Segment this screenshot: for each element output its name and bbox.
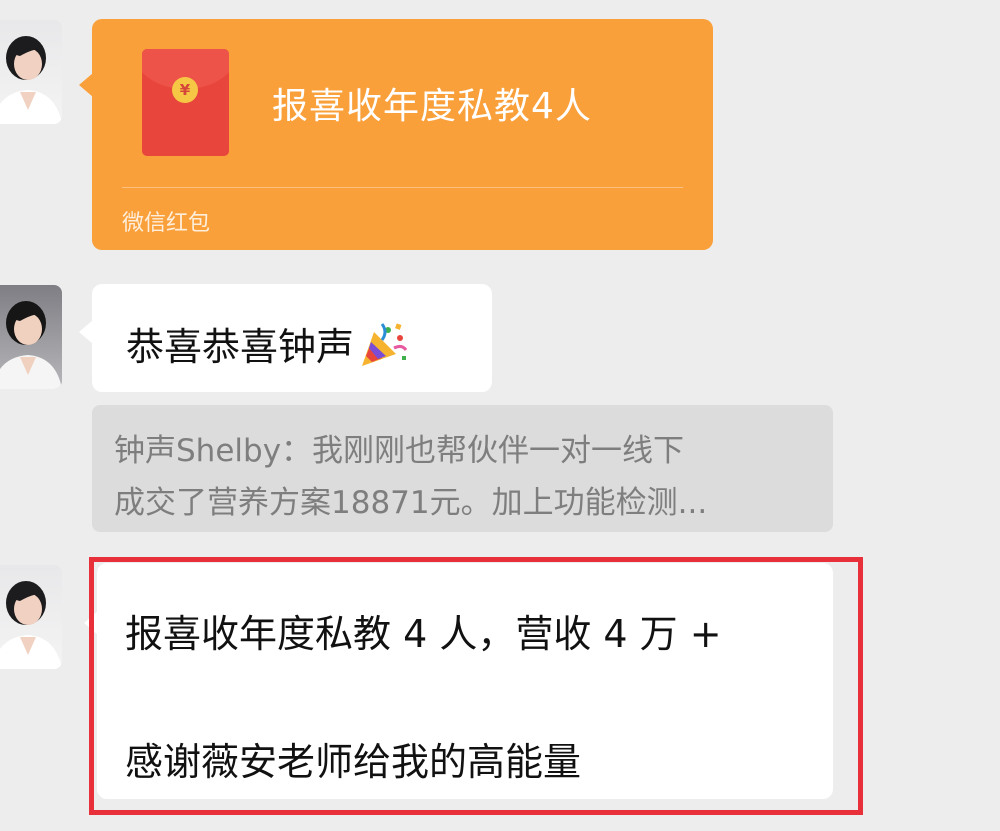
message-text: 报喜收年度私教 4 人，营收 4 万 + <box>125 612 722 656</box>
bubble-tail <box>84 611 98 635</box>
yuan-coin-icon: ¥ <box>172 77 198 103</box>
quote-line: 钟声Shelby：我刚刚也帮伙伴一对一线下 <box>114 433 685 469</box>
message-text: 感谢薇安老师给我的高能量 <box>125 740 582 784</box>
red-packet-label: 微信红包 <box>122 211 211 236</box>
chat-area: ¥ 报喜收年度私教4人 微信红包 恭喜恭喜钟声 钟声Shelby：我刚刚也帮伙伴… <box>0 0 1000 831</box>
sender-avatar[interactable] <box>0 285 62 389</box>
red-packet-title: 报喜收年度私教4人 <box>272 86 592 127</box>
party-popper-icon <box>358 320 408 379</box>
text-message[interactable]: 报喜收年度私教 4 人，营收 4 万 + 感谢薇安老师给我的高能量 <box>84 563 833 799</box>
message-text: 恭喜恭喜钟声 <box>126 325 355 369</box>
quoted-message[interactable]: 钟声Shelby：我刚刚也帮伙伴一对一线下 成交了营养方案18871元。加上功能… <box>92 405 833 532</box>
quote-line: 成交了营养方案18871元。加上功能检测... <box>114 485 708 521</box>
divider <box>122 187 683 188</box>
text-message[interactable]: 恭喜恭喜钟声 <box>79 284 492 392</box>
bubble-tail <box>79 320 93 344</box>
sender-avatar[interactable] <box>0 20 62 124</box>
bubble-tail <box>79 73 93 97</box>
red-packet-message[interactable]: ¥ 报喜收年度私教4人 微信红包 <box>79 19 713 250</box>
sender-avatar[interactable] <box>0 565 62 669</box>
red-envelope-icon: ¥ <box>142 49 229 156</box>
